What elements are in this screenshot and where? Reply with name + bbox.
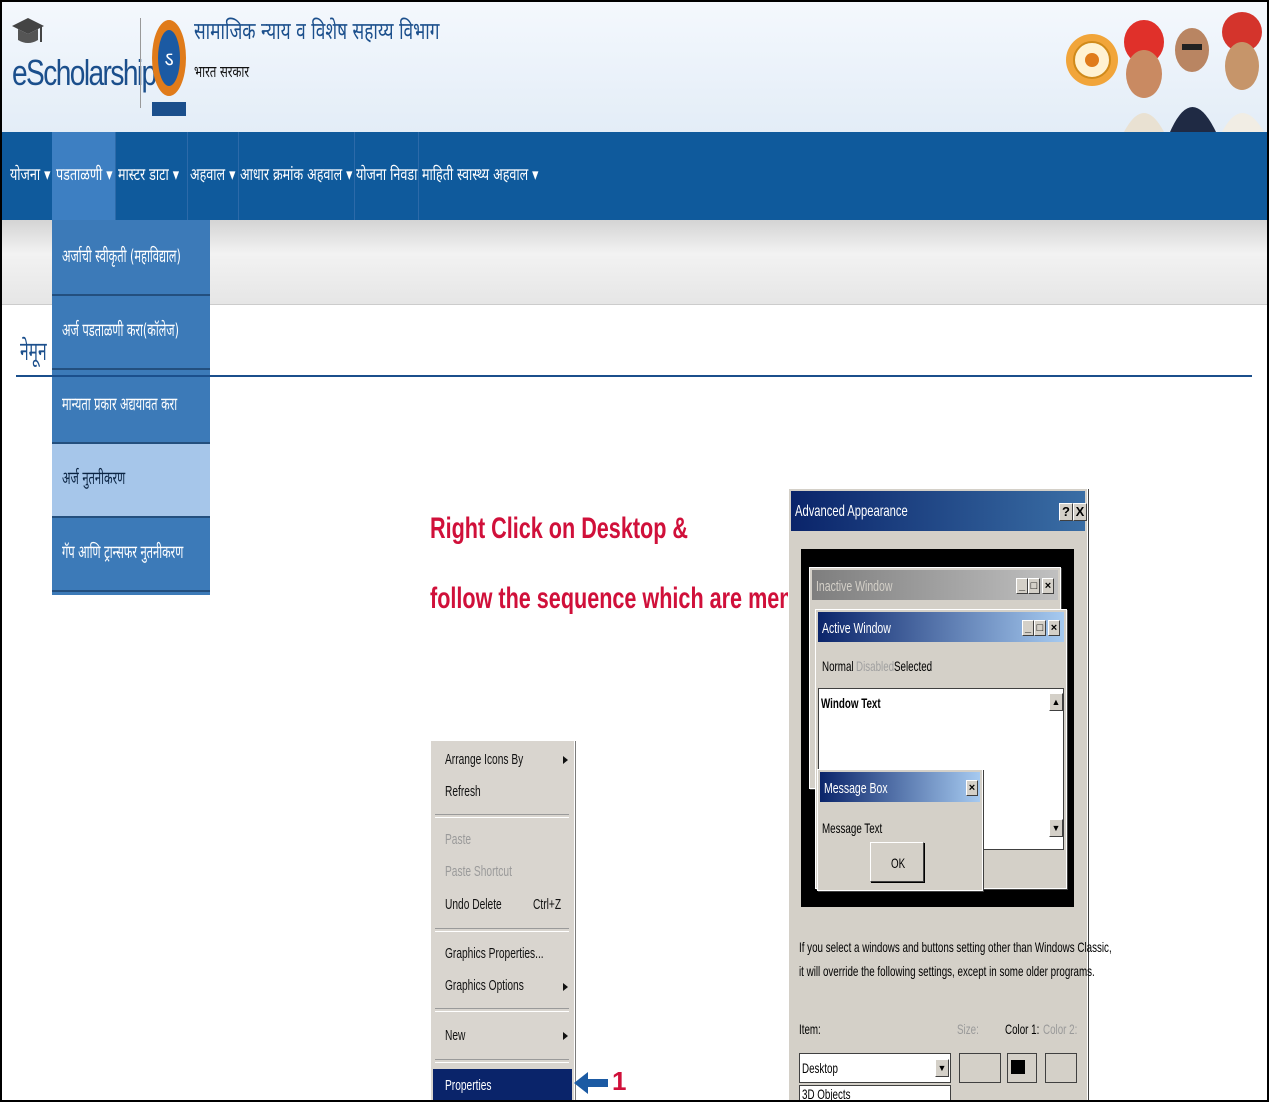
screenshot-frame: eScholarship ऽ सामाजिक न्याय व विशेष सहा… <box>0 0 1269 1102</box>
dialog-title: Advanced Appearance <box>795 503 908 520</box>
nav-item-health-report[interactable]: माहिती स्वास्थ्य अहवाल ▾ <box>422 162 538 185</box>
dropdown-item-accept-applications[interactable]: अर्जाची स्वीकृती (महाविद्याल) <box>52 222 210 296</box>
svg-text:ऽ: ऽ <box>164 47 173 71</box>
page-heading: नेमून <box>20 337 47 367</box>
item-label: Item: <box>799 1021 821 1037</box>
context-item-arrange-icons[interactable]: Arrange Icons By <box>445 751 523 768</box>
pointer-arrow-icon <box>574 1072 608 1094</box>
scroll-up-icon: ▲ <box>1049 693 1063 711</box>
nav-separator <box>238 132 239 220</box>
nav-separator <box>115 132 116 220</box>
minimize-icon: _ <box>1016 578 1028 594</box>
advanced-appearance-dialog: Advanced Appearance ? X Inactive Window … <box>788 488 1112 1100</box>
leaders-portraits-image <box>1066 12 1264 132</box>
context-item-graphics-options[interactable]: Graphics Options <box>445 977 524 994</box>
escholarship-logo[interactable]: eScholarship <box>12 52 157 94</box>
menu-disabled-label: Disabled <box>856 658 895 674</box>
nav-separator <box>418 132 419 220</box>
message-box-preview: Message Box × Message Text OK <box>817 769 983 891</box>
nav-item-master-data[interactable]: मास्टर डाटा ▾ <box>118 162 179 185</box>
government-subtitle: भारत सरकार <box>194 62 250 81</box>
dropdown-item-renewal[interactable]: अर्ज नुतनीकरण <box>52 444 210 518</box>
dialog-title-bar: Advanced Appearance ? X <box>791 491 1087 531</box>
context-item-paste: Paste <box>445 831 472 848</box>
close-icon: × <box>1048 620 1060 636</box>
heading-rule <box>16 375 1252 377</box>
context-item-properties[interactable]: Properties <box>445 1077 491 1094</box>
context-item-undo-delete[interactable]: Undo Delete <box>445 896 502 913</box>
maximize-icon: □ <box>1028 578 1040 594</box>
dropdown-item-verify-applications[interactable]: अर्ज पडताळणी करा(कॉलेज) <box>52 296 210 370</box>
close-button[interactable]: X <box>1073 503 1087 521</box>
nav-separator <box>187 132 188 220</box>
context-item-refresh[interactable]: Refresh <box>445 783 481 800</box>
menu-separator <box>435 928 569 932</box>
nav-item-select-scheme[interactable]: योजना निवडा <box>356 162 417 185</box>
instruction-line-2: follow the sequence which are mention. <box>430 582 839 615</box>
nav-item-yojana[interactable]: योजना ▾ <box>10 162 50 185</box>
ok-label: OK <box>891 855 906 871</box>
color1-label: Color 1: <box>1005 1021 1040 1037</box>
nav-item-aadhar-report[interactable]: आधार क्रमांक अहवाल ▾ <box>240 162 352 185</box>
size-label: Size: <box>957 1021 979 1037</box>
header-divider <box>140 18 141 108</box>
help-button[interactable]: ? <box>1059 503 1073 521</box>
step-number: 1 <box>612 1066 627 1096</box>
inactive-title-bar: Inactive Window _ □ × <box>812 570 1058 600</box>
color2-button <box>1045 1053 1077 1083</box>
color-swatch <box>1011 1060 1025 1074</box>
nav-separator <box>354 132 355 220</box>
dropdown-arrow-icon: ▼ <box>935 1059 949 1077</box>
submenu-arrow-icon <box>563 1032 568 1040</box>
menu-normal-label: Normal <box>822 658 854 674</box>
menu-selected-label: Selected <box>894 658 933 674</box>
close-icon: × <box>1042 578 1054 594</box>
menu-separator <box>435 1008 569 1012</box>
submenu-arrow-icon <box>563 983 568 991</box>
minimize-icon: _ <box>1022 620 1034 636</box>
message-text-label: Message Text <box>822 820 883 836</box>
desktop-context-menu: Arrange Icons By Refresh Paste Paste Sho… <box>430 740 575 1100</box>
message-box-title-bar: Message Box × <box>820 772 980 802</box>
department-emblem-icon: ऽ <box>152 20 186 116</box>
active-title-bar: Active Window _ □ × <box>818 612 1064 642</box>
item-select[interactable]: Desktop ▼ <box>799 1053 951 1083</box>
active-window-title: Active Window <box>822 620 891 637</box>
context-item-paste-shortcut: Paste Shortcut <box>445 863 512 880</box>
item-dropdown-list[interactable]: 3D Objects <box>799 1085 951 1100</box>
nav-item-padtalani[interactable]: पडताळणी ▾ <box>56 162 113 185</box>
site-header: eScholarship ऽ सामाजिक न्याय व विशेष सहा… <box>2 2 1267 132</box>
submenu-arrow-icon <box>563 756 568 764</box>
item-select-value: Desktop <box>802 1060 838 1076</box>
undo-shortcut-label: Ctrl+Z <box>533 896 562 913</box>
description-line-1: If you select a windows and buttons sett… <box>799 939 1112 955</box>
appearance-preview[interactable]: Inactive Window _ □ × Active Window _ □ … <box>801 549 1074 907</box>
department-title: सामाजिक न्याय व विशेष सहाय्य विभाग <box>194 17 440 45</box>
inactive-window-title: Inactive Window <box>816 578 893 595</box>
size-spinner <box>959 1053 1001 1083</box>
color2-label: Color 2: <box>1043 1021 1078 1037</box>
graduation-cap-icon <box>12 18 44 43</box>
close-icon: × <box>966 780 978 796</box>
message-box-title: Message Box <box>824 780 888 797</box>
dropdown-item-update-approval-type[interactable]: मान्यता प्रकार अद्ययावत करा <box>52 370 210 444</box>
scroll-down-icon: ▼ <box>1049 819 1063 837</box>
nav-item-ahval[interactable]: अहवाल ▾ <box>190 162 235 185</box>
maximize-icon: □ <box>1034 620 1046 636</box>
context-item-graphics-properties[interactable]: Graphics Properties... <box>445 945 544 962</box>
instruction-line-1: Right Click on Desktop & <box>430 512 689 545</box>
ok-button-preview: OK <box>870 842 924 882</box>
window-text-label: Window Text <box>821 695 881 711</box>
item-list-option[interactable]: 3D Objects <box>802 1086 850 1100</box>
dropdown-item-gap-transfer-renewal[interactable]: गॅप आणि ट्रान्सफर नुतनीकरण <box>52 518 210 592</box>
padtalani-dropdown: अर्जाची स्वीकृती (महाविद्याल) अर्ज पडताळ… <box>52 220 210 595</box>
menu-separator <box>435 814 569 818</box>
context-item-new[interactable]: New <box>445 1027 465 1044</box>
color1-button[interactable] <box>1007 1053 1037 1083</box>
description-line-2: it will override the following settings,… <box>799 963 1095 979</box>
menu-separator <box>435 1059 569 1063</box>
